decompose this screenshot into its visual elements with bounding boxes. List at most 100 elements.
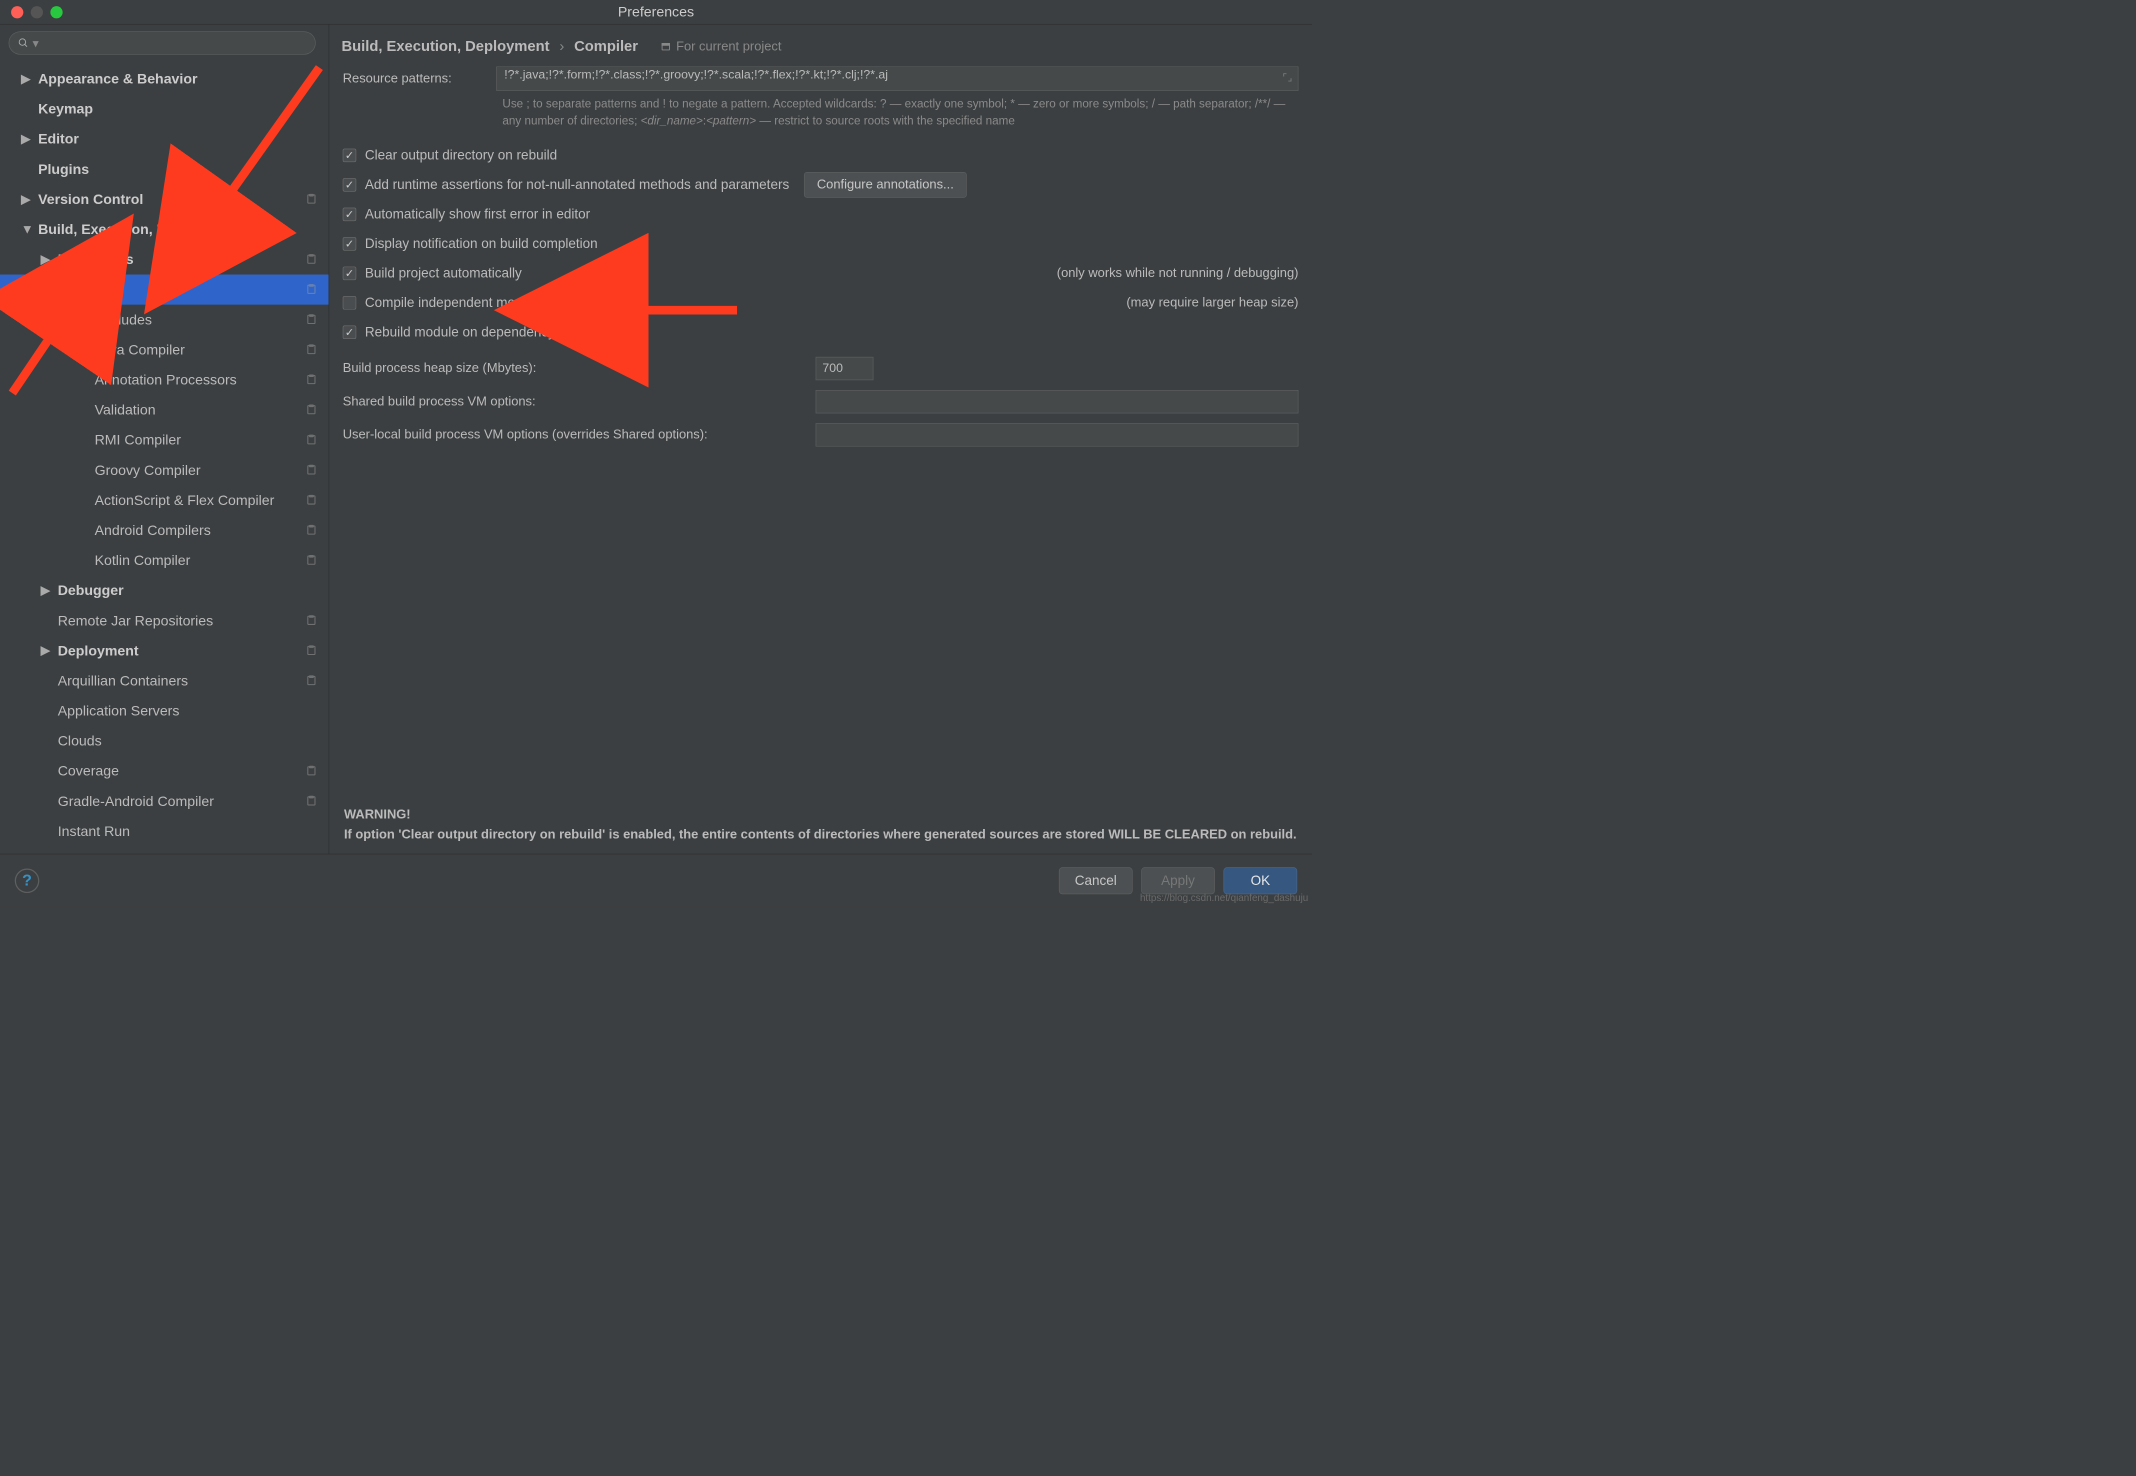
resource-patterns-input[interactable]: !?*.java;!?*.form;!?*.class;!?*.groovy;!…: [496, 66, 1298, 91]
sidebar-item-label: Clouds: [58, 733, 102, 750]
titlebar: Preferences: [0, 0, 1312, 25]
sidebar-item-validation[interactable]: Validation: [0, 395, 329, 425]
sidebar-item-label: Debugger: [58, 582, 124, 599]
sidebar-item-label: Appearance & Behavior: [38, 71, 197, 88]
settings-tree: ▶Appearance & BehaviorKeymap▶EditorPlugi…: [0, 61, 329, 853]
sidebar-item-label: Groovy Compiler: [95, 462, 201, 479]
expand-arrow-icon: ▶: [21, 192, 33, 207]
project-scope-icon: [305, 554, 317, 570]
sidebar-item-label: Instant Run: [58, 823, 130, 840]
project-scope-icon: [305, 434, 317, 450]
project-scope-icon: [305, 614, 317, 630]
checkbox-icon: [343, 326, 357, 340]
watermark: https://blog.csdn.net/qianfeng_dashuju: [1140, 893, 1308, 904]
search-icon: [18, 37, 29, 48]
sidebar-item-javacompiler[interactable]: Java Compiler: [0, 335, 329, 365]
sidebar: ▾ ▶Appearance & BehaviorKeymap▶EditorPlu…: [0, 25, 329, 854]
apply-button[interactable]: Apply: [1141, 867, 1215, 894]
runtime-assertions-checkbox[interactable]: Add runtime assertions for not-null-anno…: [343, 170, 789, 199]
expand-arrow-icon: ▶: [41, 252, 53, 267]
compile-parallel-checkbox[interactable]: Compile independent modules in parallel …: [343, 288, 1299, 317]
sidebar-item-rmi[interactable]: RMI Compiler: [0, 425, 329, 455]
compile-parallel-note: (may require larger heap size): [1114, 295, 1298, 310]
sidebar-item-editor[interactable]: ▶Editor: [0, 124, 329, 154]
expand-arrow-icon: ▼: [41, 282, 53, 297]
crumb-a: Build, Execution, Deployment: [341, 38, 549, 55]
sidebar-item-clouds[interactable]: Clouds: [0, 726, 329, 756]
sidebar-item-plugins[interactable]: Plugins: [0, 154, 329, 184]
auto-first-error-checkbox[interactable]: Automatically show first error in editor: [343, 200, 1299, 229]
search-input[interactable]: ▾: [9, 31, 316, 54]
warning-text: WARNING! If option 'Clear output directo…: [344, 805, 1300, 844]
heap-size-input[interactable]: [816, 357, 874, 380]
breadcrumb: Build, Execution, Deployment › Compiler …: [329, 25, 1312, 67]
clear-output-checkbox[interactable]: Clear output directory on rebuild: [343, 141, 1299, 170]
sidebar-item-label: Deployment: [58, 642, 139, 659]
sidebar-item-asflex[interactable]: ActionScript & Flex Compiler: [0, 485, 329, 515]
rebuild-dependency-label: Rebuild module on dependency change: [365, 324, 603, 340]
configure-annotations-button[interactable]: Configure annotations...: [804, 172, 967, 198]
sidebar-item-arq[interactable]: Arquillian Containers: [0, 666, 329, 696]
sidebar-item-appearance[interactable]: ▶ Appearance & Behavior: [0, 64, 329, 94]
sidebar-item-deployment[interactable]: ▶ Deployment: [0, 636, 329, 666]
project-scope-icon: [305, 283, 317, 299]
sidebar-item-label: Editor: [38, 131, 79, 148]
bottom-bar: ? Cancel Apply OK: [0, 854, 1312, 907]
sidebar-item-buildtools[interactable]: ▶Build Tools: [0, 244, 329, 274]
main-panel: Build, Execution, Deployment › Compiler …: [329, 25, 1312, 854]
sidebar-item-label: Build, Execution, Deployment: [38, 221, 237, 238]
resource-patterns-label: Resource patterns:: [343, 66, 497, 86]
sidebar-item-label: Excludes: [95, 311, 152, 328]
crumb-b: Compiler: [574, 38, 638, 55]
user-vm-options-input[interactable]: [816, 423, 1299, 446]
project-scope-icon: [305, 404, 317, 420]
ok-button[interactable]: OK: [1223, 867, 1297, 894]
sidebar-item-excludes[interactable]: Excludes: [0, 305, 329, 335]
sidebar-item-label: Annotation Processors: [95, 372, 237, 389]
heap-size-label: Build process heap size (Mbytes):: [343, 361, 816, 376]
window-title: Preferences: [0, 4, 1312, 21]
project-scope-icon: [305, 795, 317, 811]
rebuild-dependency-checkbox[interactable]: Rebuild module on dependency change: [343, 318, 1299, 347]
sidebar-item-gradleandroid[interactable]: Gradle-Android Compiler: [0, 786, 329, 816]
sidebar-item-annproc[interactable]: Annotation Processors: [0, 365, 329, 395]
sidebar-item-label: Compiler: [58, 281, 119, 298]
sidebar-item-compiler[interactable]: ▼ Compiler: [0, 275, 329, 305]
project-scope-icon: [305, 193, 317, 209]
help-button[interactable]: ?: [15, 868, 40, 893]
sidebar-item-keymap[interactable]: Keymap: [0, 94, 329, 124]
sidebar-item-remotejar[interactable]: Remote Jar Repositories: [0, 606, 329, 636]
sidebar-item-label: Application Servers: [58, 703, 180, 720]
build-auto-checkbox[interactable]: Build project automatically (only works …: [343, 259, 1299, 288]
checkbox-icon: [343, 267, 357, 281]
sidebar-item-instantrun[interactable]: Instant Run: [0, 816, 329, 846]
build-auto-label: Build project automatically: [365, 265, 522, 281]
sidebar-item-bed[interactable]: ▼ Build, Execution, Deployment: [0, 214, 329, 244]
checkbox-icon: [343, 178, 357, 192]
sidebar-item-android[interactable]: Android Compilers: [0, 515, 329, 545]
sidebar-item-label: Gradle-Android Compiler: [58, 793, 214, 810]
shared-vm-options-input[interactable]: [816, 390, 1299, 413]
build-notification-checkbox[interactable]: Display notification on build completion: [343, 229, 1299, 258]
sidebar-item-label: Kotlin Compiler: [95, 552, 191, 569]
sidebar-item-vcs[interactable]: ▶Version Control: [0, 184, 329, 214]
expand-arrow-icon: ▶: [41, 643, 53, 658]
build-notification-label: Display notification on build completion: [365, 236, 598, 252]
sidebar-item-label: ActionScript & Flex Compiler: [95, 492, 275, 509]
sidebar-item-label: Remote Jar Repositories: [58, 612, 213, 629]
sidebar-item-coverage[interactable]: Coverage: [0, 756, 329, 786]
auto-first-error-label: Automatically show first error in editor: [365, 206, 590, 222]
sidebar-item-label: Validation: [95, 402, 156, 419]
sidebar-item-kotlin[interactable]: Kotlin Compiler: [0, 545, 329, 575]
expand-arrow-icon: ▶: [21, 71, 33, 86]
sidebar-item-debugger[interactable]: ▶Debugger: [0, 576, 329, 606]
cancel-button[interactable]: Cancel: [1059, 867, 1133, 894]
project-scope-icon: [305, 343, 317, 359]
project-scope-icon: [305, 464, 317, 480]
sidebar-item-groovy[interactable]: Groovy Compiler: [0, 455, 329, 485]
sidebar-item-appsrv[interactable]: Application Servers: [0, 696, 329, 726]
expand-icon[interactable]: [1282, 72, 1293, 87]
expand-arrow-icon: ▼: [21, 222, 33, 237]
project-scope-icon: [305, 644, 317, 660]
sidebar-item-label: Coverage: [58, 763, 119, 780]
